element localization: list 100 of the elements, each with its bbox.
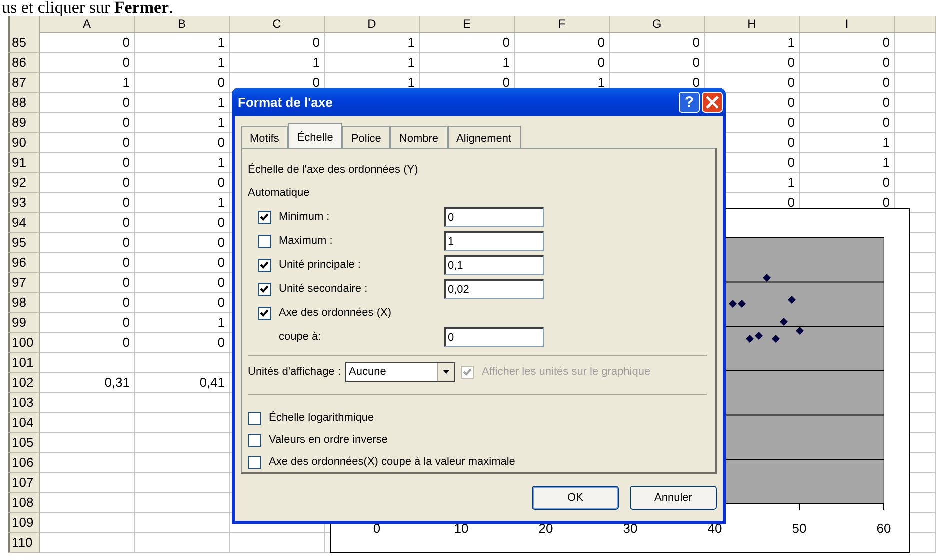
section-heading: Échelle de l'axe des ordonnées (Y): [248, 162, 420, 178]
checkbox-label: Maximum :: [279, 235, 334, 247]
checkbox-label: Minimum :: [279, 211, 331, 223]
tab[interactable]: Police: [342, 126, 390, 148]
row-header[interactable]: 110: [8, 533, 40, 553]
checkbox[interactable]: [248, 456, 261, 468]
row-header[interactable]: 89: [8, 113, 40, 133]
row-header[interactable]: 85: [8, 33, 40, 53]
axis-tick-label: 40: [708, 521, 722, 536]
data-point: [772, 335, 780, 343]
row-header[interactable]: 101: [8, 353, 40, 373]
table-cell: 1: [135, 313, 230, 333]
row-header[interactable]: 105: [8, 433, 40, 453]
column-header[interactable]: E: [420, 16, 515, 33]
table-cell: [895, 93, 936, 113]
checkbox[interactable]: [258, 306, 271, 320]
input-field[interactable]: 1: [444, 231, 544, 251]
table-cell: 0: [40, 93, 135, 113]
row-header[interactable]: 91: [8, 153, 40, 173]
row-header[interactable]: 109: [8, 513, 40, 533]
input-field[interactable]: 0: [444, 207, 544, 227]
tab[interactable]: Nombre: [390, 126, 448, 148]
help-button[interactable]: ?: [679, 92, 700, 112]
table-cell: 1: [800, 133, 895, 153]
row-header[interactable]: 97: [8, 273, 40, 293]
table-cell: 0: [800, 93, 895, 113]
row-header[interactable]: 100: [8, 333, 40, 353]
row-header[interactable]: 106: [8, 453, 40, 473]
checkbox[interactable]: [248, 412, 261, 424]
column-header[interactable]: D: [325, 16, 420, 33]
table-cell: 1: [705, 33, 800, 53]
column-header[interactable]: F: [515, 16, 610, 33]
input-field[interactable]: 0,1: [444, 255, 544, 275]
input-field[interactable]: 0,02: [444, 279, 544, 299]
cancel-button[interactable]: Annuler: [630, 486, 717, 510]
checkbox-label: Valeurs en ordre inverse: [269, 434, 388, 446]
checkbox[interactable]: [258, 258, 271, 272]
row-header[interactable]: 99: [8, 313, 40, 333]
data-point: [780, 318, 788, 326]
row-header[interactable]: 86: [8, 53, 40, 73]
table-cell: 0: [705, 53, 800, 73]
column-header[interactable]: A: [40, 16, 135, 33]
close-button[interactable]: [702, 92, 723, 112]
table-cell: [895, 173, 936, 193]
row-header[interactable]: 98: [8, 293, 40, 313]
caret-icon: [442, 370, 450, 374]
row-header[interactable]: 92: [8, 173, 40, 193]
window-title: Format de l'axe: [238, 94, 334, 110]
row-header[interactable]: 88: [8, 93, 40, 113]
row-header[interactable]: 104: [8, 413, 40, 433]
row-header[interactable]: 95: [8, 233, 40, 253]
row-header[interactable]: 108: [8, 493, 40, 513]
row-header[interactable]: 107: [8, 473, 40, 493]
checkbox[interactable]: [258, 282, 271, 296]
table-cell: 0: [135, 213, 230, 233]
tab[interactable]: Échelle: [288, 123, 342, 148]
row-header[interactable]: 90: [8, 133, 40, 153]
table-cell: [895, 133, 936, 153]
checkbox-label: Axe des ordonnées (X): [279, 307, 393, 319]
tab[interactable]: Alignement: [448, 126, 521, 148]
checkbox[interactable]: [248, 434, 261, 446]
table-cell: 0: [40, 133, 135, 153]
table-cell: 0: [420, 33, 515, 53]
table-cell: 0: [135, 273, 230, 293]
table-cell: [895, 53, 936, 73]
ok-button[interactable]: OK: [532, 486, 619, 510]
checkbox-label: Axe des ordonnées(X) coupe à la valeur maximale: [269, 456, 516, 468]
column-header[interactable]: C: [230, 16, 325, 33]
data-point: [796, 327, 804, 335]
checkbox-label: Unité secondaire :: [279, 283, 369, 295]
table-cell: 1: [135, 153, 230, 173]
column-header[interactable]: I: [800, 16, 895, 33]
table-cell: 1: [420, 53, 515, 73]
checkbox-label: Afficher les unités sur le graphique: [482, 366, 651, 378]
table-cell: [895, 113, 936, 133]
table-cell: 0: [40, 233, 135, 253]
row-header[interactable]: 93: [8, 193, 40, 213]
tab[interactable]: Motifs: [241, 126, 288, 148]
field-label: Unités d'affichage :: [248, 366, 342, 378]
table-cell: 0: [40, 113, 135, 133]
dropdown[interactable]: Aucune: [345, 362, 456, 382]
table-cell: 0: [135, 133, 230, 153]
input-field[interactable]: 0: [444, 327, 544, 347]
select-all-corner[interactable]: [8, 16, 40, 33]
row-header[interactable]: 102: [8, 373, 40, 393]
checkbox[interactable]: [258, 234, 271, 248]
table-cell: 1: [325, 33, 420, 53]
row-header[interactable]: 94: [8, 213, 40, 233]
column-header[interactable]: G: [610, 16, 705, 33]
checkbox[interactable]: [258, 210, 271, 224]
column-header[interactable]: B: [135, 16, 230, 33]
row-header[interactable]: 87: [8, 73, 40, 93]
row-header[interactable]: 96: [8, 253, 40, 273]
axis-tick-label: 30: [623, 521, 638, 536]
table-cell: 0: [40, 273, 135, 293]
table-cell: 0,41: [135, 373, 230, 393]
row-header[interactable]: 103: [8, 393, 40, 413]
table-cell: 1: [40, 73, 135, 93]
table-cell: 0: [135, 73, 230, 93]
column-header[interactable]: H: [705, 16, 800, 33]
